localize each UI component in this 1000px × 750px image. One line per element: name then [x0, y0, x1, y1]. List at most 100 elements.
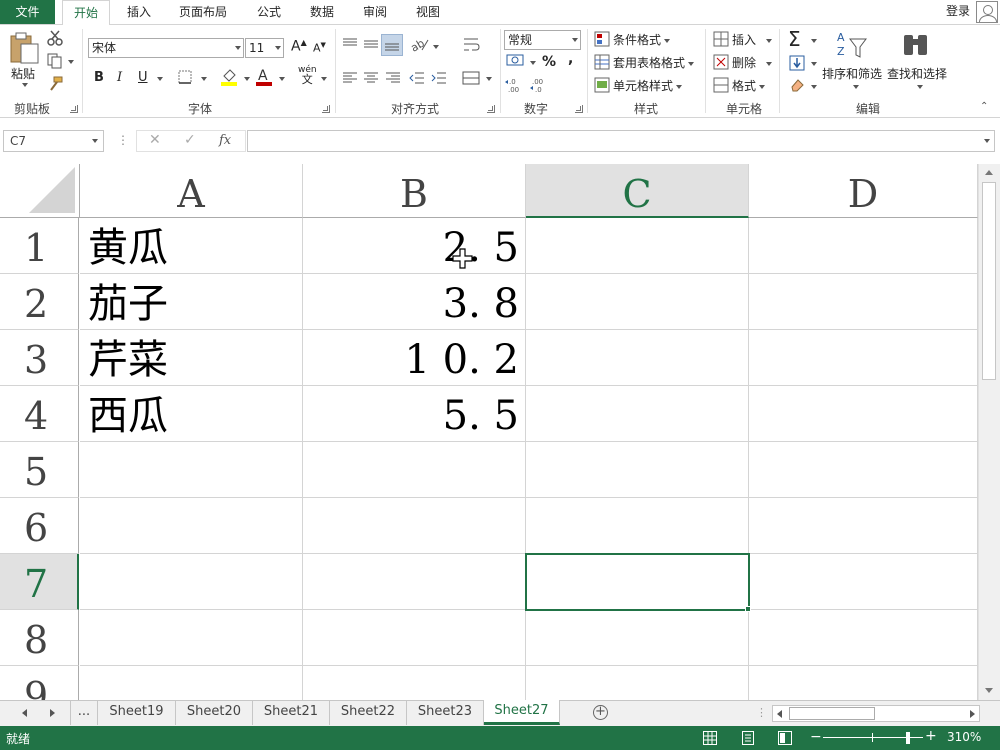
tab-view[interactable]: 视图: [405, 0, 451, 24]
horizontal-scroll-thumb[interactable]: [789, 707, 875, 720]
sheet-prev-icon[interactable]: [22, 709, 27, 717]
horizontal-scrollbar[interactable]: [772, 705, 980, 722]
formula-input[interactable]: [247, 130, 995, 152]
format-painter-icon[interactable]: [46, 75, 64, 93]
conditional-format-icon[interactable]: [594, 31, 610, 47]
row-header-7[interactable]: 7: [0, 554, 79, 610]
vertical-scroll-thumb[interactable]: [982, 182, 996, 380]
select-all-button[interactable]: [0, 164, 80, 218]
number-format-select[interactable]: 常规: [504, 30, 581, 50]
tab-review[interactable]: 审阅: [352, 0, 398, 24]
clear-dropdown-icon[interactable]: [811, 85, 817, 89]
column-header-c[interactable]: C: [526, 164, 749, 218]
scroll-up-icon[interactable]: [985, 170, 993, 175]
splitter-icon[interactable]: ⋮: [756, 706, 767, 719]
phonetic-dropdown-icon[interactable]: [321, 77, 327, 81]
underline-button[interactable]: U: [138, 70, 148, 85]
autosum-icon[interactable]: Σ: [788, 27, 801, 51]
fill-down-icon[interactable]: [789, 55, 805, 71]
row-header-9[interactable]: 9: [0, 666, 79, 700]
insert-cells-button[interactable]: 插入: [732, 31, 773, 48]
row-header-8[interactable]: 8: [0, 610, 79, 666]
zoom-slider-thumb[interactable]: [905, 732, 910, 744]
currency-dropdown-icon[interactable]: [530, 61, 536, 65]
file-tab[interactable]: 文件: [0, 0, 55, 24]
font-name-select[interactable]: 宋体: [88, 38, 244, 58]
row-header-1[interactable]: 1: [0, 218, 79, 274]
align-left-icon[interactable]: [342, 71, 358, 85]
row-header-6[interactable]: 6: [0, 498, 79, 554]
column-header-a[interactable]: A: [80, 164, 303, 218]
column-header-b[interactable]: B: [303, 164, 526, 218]
insert-cells-icon[interactable]: [713, 31, 729, 47]
delete-cells-icon[interactable]: [713, 54, 729, 70]
row-header-5[interactable]: 5: [0, 442, 79, 498]
conditional-format-button[interactable]: 条件格式: [613, 31, 671, 48]
percent-button[interactable]: %: [542, 54, 556, 70]
cell-a2[interactable]: 茄子: [88, 276, 168, 332]
decrease-font-icon[interactable]: A▼: [313, 41, 326, 55]
increase-indent-icon[interactable]: [431, 71, 447, 85]
zoom-in-icon[interactable]: +: [925, 728, 937, 744]
collapse-ribbon-icon[interactable]: ⌃: [980, 101, 988, 112]
scroll-left-icon[interactable]: [777, 710, 782, 718]
align-top-icon[interactable]: [342, 37, 358, 51]
sheet-tab-23[interactable]: Sheet23: [407, 701, 484, 725]
number-launcher-icon[interactable]: [575, 105, 583, 113]
fill-color-icon[interactable]: [220, 67, 238, 87]
insert-function-button[interactable]: fx: [219, 133, 231, 148]
zoom-level[interactable]: 310%: [947, 730, 981, 744]
scroll-down-icon[interactable]: [985, 688, 993, 693]
cell-a4[interactable]: 西瓜: [88, 388, 168, 444]
find-dropdown-icon[interactable]: [917, 85, 923, 89]
sheet-tab-27[interactable]: Sheet27: [484, 700, 560, 725]
fill-handle[interactable]: [745, 606, 751, 612]
clear-icon[interactable]: [789, 77, 805, 93]
increase-font-icon[interactable]: A▲: [291, 38, 307, 55]
find-select-icon[interactable]: [900, 31, 932, 61]
wrap-text-icon[interactable]: [462, 36, 480, 54]
copy-dropdown-icon[interactable]: [68, 60, 74, 64]
vertical-scrollbar[interactable]: [978, 164, 1000, 700]
tab-insert[interactable]: 插入: [116, 0, 162, 24]
merge-center-icon[interactable]: [462, 69, 480, 87]
border-dropdown-icon[interactable]: [201, 77, 207, 81]
row-header-2[interactable]: 2: [0, 274, 79, 330]
paste-label[interactable]: 粘贴: [11, 65, 35, 82]
cancel-icon[interactable]: ✕: [149, 132, 161, 148]
cell-b1[interactable]: 2. 5: [305, 220, 519, 276]
underline-dropdown-icon[interactable]: [157, 77, 163, 81]
sheet-tab-22[interactable]: Sheet22: [330, 701, 407, 725]
cell-styles-button[interactable]: 单元格样式: [613, 77, 683, 94]
font-launcher-icon[interactable]: [322, 105, 330, 113]
format-cells-icon[interactable]: [713, 77, 729, 93]
sheet-more-button[interactable]: ...: [70, 701, 98, 725]
merge-dropdown-icon[interactable]: [486, 77, 492, 81]
font-color-dropdown-icon[interactable]: [279, 77, 285, 81]
find-select-button[interactable]: 查找和选择: [887, 65, 947, 82]
row-header-4[interactable]: 4: [0, 386, 79, 442]
fill-dropdown-icon[interactable]: [811, 62, 817, 66]
orientation-icon[interactable]: ab: [410, 36, 430, 52]
comma-button[interactable]: ,: [568, 51, 573, 67]
copy-icon[interactable]: [46, 52, 66, 70]
enter-icon[interactable]: ✓: [184, 132, 196, 148]
align-middle-icon[interactable]: [363, 37, 379, 51]
alignment-launcher-icon[interactable]: [487, 105, 495, 113]
clipboard-launcher-icon[interactable]: [70, 105, 78, 113]
tab-formulas[interactable]: 公式: [246, 0, 292, 24]
scroll-right-icon[interactable]: [970, 710, 975, 718]
page-layout-view-icon[interactable]: [741, 731, 755, 745]
decrease-indent-icon[interactable]: [409, 71, 425, 85]
tab-page-layout[interactable]: 页面布局: [170, 0, 236, 24]
font-size-select[interactable]: 11: [245, 38, 284, 58]
align-center-icon[interactable]: [363, 71, 379, 85]
format-cells-button[interactable]: 格式: [732, 77, 766, 94]
name-box[interactable]: C7: [3, 130, 104, 152]
decrease-decimal-icon[interactable]: .00.0: [530, 76, 550, 94]
tab-data[interactable]: 数据: [299, 0, 345, 24]
sheet-tab-21[interactable]: Sheet21: [253, 701, 330, 725]
align-bottom-button[interactable]: [381, 34, 403, 56]
cell-a3[interactable]: 芹菜: [88, 332, 168, 388]
fill-color-dropdown-icon[interactable]: [244, 77, 250, 81]
